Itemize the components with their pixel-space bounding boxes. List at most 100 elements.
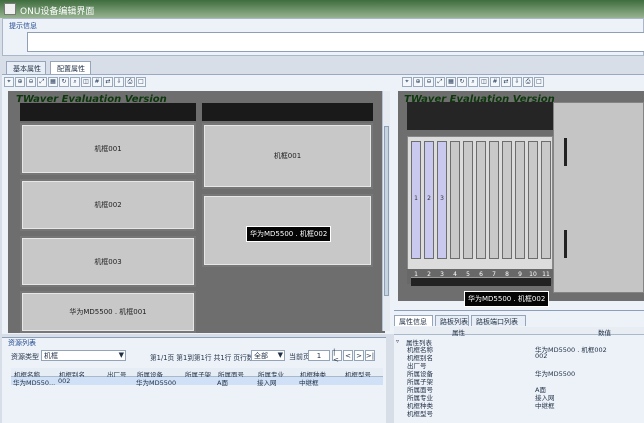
middle-frame-001[interactable]: 机框001 — [202, 123, 373, 189]
resource-table-header: 机框名称 机框别名 出厂号 所属设备 所属子架 所属面号 所属专业 机框种类 机框型号 — [11, 368, 383, 379]
property-name: 所属面号 — [407, 386, 433, 394]
table-cell: 002 — [58, 377, 71, 385]
refresh-icon[interactable]: ↻ — [457, 77, 467, 87]
property-name: 机框种类 — [407, 402, 433, 410]
board-slot[interactable] — [476, 141, 486, 259]
resource-title: 资源列表 — [8, 339, 36, 347]
fit-icon[interactable]: ⤢ — [37, 77, 47, 87]
frame-001[interactable]: 机框001 — [20, 123, 196, 175]
zoom-in-icon[interactable]: ⊕ — [413, 77, 423, 87]
table-row[interactable]: 华为MD550... 002 华为MD5500 A面 接入网 中继框 — [11, 377, 383, 387]
export-icon[interactable]: ⇩ — [114, 77, 124, 87]
board-label: 2 — [427, 195, 431, 202]
resource-type-select[interactable]: 机框 ▼ — [41, 350, 126, 361]
page-size-value: 全部 — [254, 351, 268, 360]
zoom-out-icon[interactable]: ⊖ — [424, 77, 434, 87]
board-slot[interactable]: 3 — [437, 141, 447, 259]
select-icon[interactable]: ⌖ — [402, 77, 412, 87]
search-icon[interactable]: ⌕ — [70, 77, 80, 87]
main-tabs: 基本属性 配置属性 — [2, 61, 644, 74]
layout-icon[interactable]: ▦ — [48, 77, 58, 87]
first-page-icon[interactable]: |< — [332, 348, 342, 364]
shelf-slots: 1 2 3 — [407, 136, 553, 270]
chevron-down-icon: ▼ — [118, 351, 124, 359]
door-handle-top — [564, 138, 567, 166]
frame-label: 机框003 — [94, 257, 122, 266]
frame-003[interactable]: 机框003 — [20, 236, 196, 287]
zoom-in-icon[interactable]: ⊕ — [15, 77, 25, 87]
last-page-icon[interactable]: >| — [365, 350, 375, 361]
left-vertical-scrollbar[interactable] — [382, 91, 390, 331]
page-info: 第1/1页 第1到第1行 共1行 页行数 — [150, 354, 254, 362]
collapse-icon[interactable]: ▿ — [396, 338, 399, 345]
board-slot[interactable] — [489, 141, 499, 259]
table-cell: 华为MD5500 — [136, 379, 177, 387]
property-name: 所属子架 — [407, 378, 433, 386]
board-slot[interactable] — [463, 141, 473, 259]
board-slot[interactable] — [450, 141, 460, 259]
print-icon[interactable]: ⎙ — [523, 77, 533, 87]
left-canvas: TWaver Evaluation Version 机框001 机框002 机框… — [8, 91, 385, 333]
select-icon[interactable]: ⌖ — [4, 77, 14, 87]
tab-board-port-list[interactable]: 路板端口列表 — [471, 315, 526, 326]
property-name: 所属设备 — [407, 370, 433, 378]
left-tooltip: 华为MD5500 . 机框002 — [246, 226, 332, 242]
left-toolbar: ⌖ ⊕ ⊖ ⤢ ▦ ↻ ⌕ ◫ # ⇄ ⇩ ⎙ □ — [4, 76, 146, 88]
tab-board-list[interactable]: 路板列表 — [435, 315, 469, 326]
board-slot[interactable] — [502, 141, 512, 259]
door-panel — [553, 102, 644, 293]
page-size-select[interactable]: 全部 ▼ — [251, 350, 285, 361]
door-handle-bottom — [564, 230, 567, 258]
next-page-icon[interactable]: > — [354, 350, 364, 361]
board-slot[interactable] — [541, 141, 551, 259]
preview-icon[interactable]: □ — [136, 77, 146, 87]
left-rack-top — [20, 103, 196, 121]
shelf-bottom — [411, 277, 551, 286]
grid-icon[interactable]: # — [490, 77, 500, 87]
table-cell: 接入网 — [257, 379, 277, 387]
card-top — [407, 102, 553, 130]
preview-icon[interactable]: □ — [534, 77, 544, 87]
search-icon[interactable]: ⌕ — [468, 77, 478, 87]
property-name: 出厂号 — [407, 362, 427, 370]
table-cell: 中继框 — [299, 379, 319, 387]
frame-md5500-001[interactable]: 华为MD5500 . 机框001 — [20, 291, 196, 333]
refresh-icon[interactable]: ↻ — [59, 77, 69, 87]
app-icon — [4, 3, 16, 15]
fit-icon[interactable]: ⤢ — [435, 77, 445, 87]
window-titlebar: ONU设备编辑界面 — [0, 0, 644, 18]
tab-property-info[interactable]: 属性信息 — [394, 315, 433, 326]
print-icon[interactable]: ⎙ — [125, 77, 135, 87]
hint-input[interactable] — [27, 32, 644, 52]
property-name: 所属专业 — [407, 394, 433, 402]
frame-label: 机框002 — [94, 201, 122, 209]
properties-header: 属性 数值 — [394, 327, 644, 337]
export-icon[interactable]: ⇩ — [512, 77, 522, 87]
overview-icon[interactable]: ◫ — [479, 77, 489, 87]
board-slot[interactable]: 2 — [424, 141, 434, 259]
frame-label: 华为MD5500 . 机框001 — [69, 308, 147, 316]
scrollbar-thumb[interactable] — [384, 126, 389, 296]
tab-basic-properties[interactable]: 基本属性 — [6, 61, 46, 74]
board-slot[interactable]: 1 — [411, 141, 421, 259]
grid-icon[interactable]: # — [92, 77, 102, 87]
current-page-label: 当前页 — [289, 353, 310, 361]
overview-icon[interactable]: ◫ — [81, 77, 91, 87]
link-icon[interactable]: ⇄ — [103, 77, 113, 87]
board-slot[interactable] — [528, 141, 538, 259]
window-title: ONU设备编辑界面 — [20, 7, 95, 17]
frame-label: 机框001 — [273, 152, 302, 160]
resource-type-label: 资源类型 — [11, 353, 39, 361]
property-name: 机框别名 — [407, 354, 433, 362]
zoom-out-icon[interactable]: ⊖ — [26, 77, 36, 87]
chevron-down-icon: ▼ — [277, 351, 283, 359]
hint-panel: 提示信息 — [2, 18, 644, 56]
current-page-input[interactable]: 1 — [308, 350, 330, 361]
property-value: 中继框 — [535, 402, 555, 410]
layout-icon[interactable]: ▦ — [446, 77, 456, 87]
tab-config-properties[interactable]: 配置属性 — [50, 61, 91, 74]
frame-002[interactable]: 机框002 — [20, 179, 196, 231]
board-slot[interactable] — [515, 141, 525, 259]
previous-page-icon[interactable]: < — [343, 350, 353, 361]
link-icon[interactable]: ⇄ — [501, 77, 511, 87]
